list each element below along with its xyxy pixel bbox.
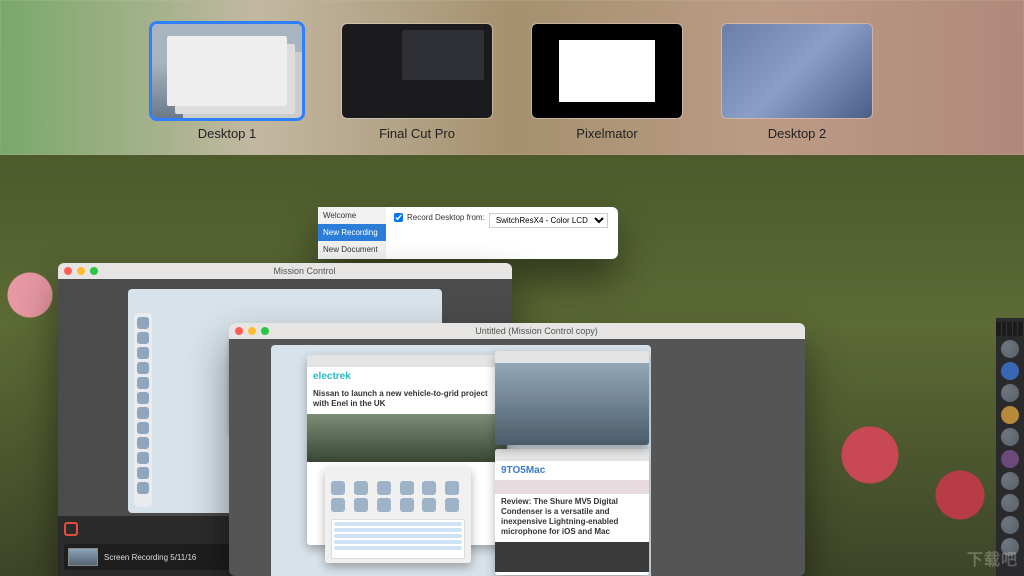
record-button[interactable] [64, 522, 78, 536]
zoom-icon[interactable] [90, 267, 98, 275]
article-image [307, 414, 507, 462]
dock-item[interactable] [1001, 406, 1019, 424]
canvas-area[interactable]: electrek Nissan to launch a new vehicle-… [271, 345, 651, 576]
dock-item[interactable] [1001, 450, 1019, 468]
nested-desktop-preview [495, 351, 649, 445]
close-icon[interactable] [235, 327, 243, 335]
space-final-cut-pro[interactable]: Final Cut Pro [342, 24, 492, 141]
window-titlebar[interactable]: Mission Control [58, 263, 512, 279]
record-desktop-checkbox[interactable] [394, 213, 403, 222]
new-recording-window[interactable]: Welcome New Recording New Document Recor… [318, 207, 618, 259]
space-label: Desktop 1 [198, 126, 257, 141]
watermark: 下载吧 [967, 546, 1018, 570]
brand-label: electrek [307, 367, 507, 386]
record-desktop-label: Record Desktop from: [407, 213, 485, 222]
sidebar-item-new-recording[interactable]: New Recording [318, 224, 386, 241]
space-label: Desktop 2 [768, 126, 827, 141]
chooser-sidebar: Welcome New Recording New Document [318, 207, 386, 259]
space-thumbnail[interactable] [152, 24, 302, 118]
window-title: Mission Control [103, 266, 506, 276]
right-dock[interactable] [996, 318, 1024, 576]
headline: Nissan to launch a new vehicle-to-grid p… [313, 389, 501, 409]
sidebar-item-welcome[interactable]: Welcome [318, 207, 386, 224]
space-thumbnail[interactable] [532, 24, 682, 118]
dock-item[interactable] [1001, 472, 1019, 490]
space-desktop-2[interactable]: Desktop 2 [722, 24, 872, 141]
space-thumbnail[interactable] [722, 24, 872, 118]
record-source-select[interactable]: SwitchResX4 - Color LCD [489, 213, 608, 228]
nested-browser-9to5mac: 9TO5Mac Review: The Shure MV5 Digital Co… [495, 449, 649, 575]
chooser-main: Record Desktop from: SwitchResX4 - Color… [386, 207, 618, 259]
dock-item[interactable] [1001, 384, 1019, 402]
dock-item[interactable] [1001, 428, 1019, 446]
minimize-icon[interactable] [248, 327, 256, 335]
space-thumbnail[interactable] [342, 24, 492, 118]
nested-dock [134, 313, 152, 507]
dock-item[interactable] [1001, 494, 1019, 512]
dock-item[interactable] [1001, 362, 1019, 380]
clip-label: Screen Recording 5/11/16 [104, 553, 196, 562]
space-desktop-1[interactable]: Desktop 1 [152, 24, 302, 141]
close-icon[interactable] [64, 267, 72, 275]
zoom-icon[interactable] [261, 327, 269, 335]
dock-item[interactable] [1001, 340, 1019, 358]
nested-prefs-window [325, 467, 471, 563]
space-pixelmator[interactable]: Pixelmator [532, 24, 682, 141]
right-dock-tabs[interactable] [996, 322, 1024, 336]
brand-label: 9TO5Mac [495, 461, 649, 480]
editor-window-front[interactable]: Untitled (Mission Control copy) electrek… [229, 323, 805, 576]
window-title: Untitled (Mission Control copy) [274, 326, 799, 336]
window-titlebar[interactable]: Untitled (Mission Control copy) [229, 323, 805, 339]
sidebar-item-new-document[interactable]: New Document [318, 241, 386, 258]
minimize-icon[interactable] [77, 267, 85, 275]
clip-thumbnail [68, 548, 98, 566]
mission-control-spaces-bar: Desktop 1 Final Cut Pro Pixelmator Deskt… [0, 24, 1024, 141]
article-image [495, 542, 649, 572]
space-label: Final Cut Pro [379, 126, 455, 141]
headline: Review: The Shure MV5 Digital Condenser … [501, 497, 643, 537]
dock-item[interactable] [1001, 516, 1019, 534]
space-label: Pixelmator [576, 126, 637, 141]
